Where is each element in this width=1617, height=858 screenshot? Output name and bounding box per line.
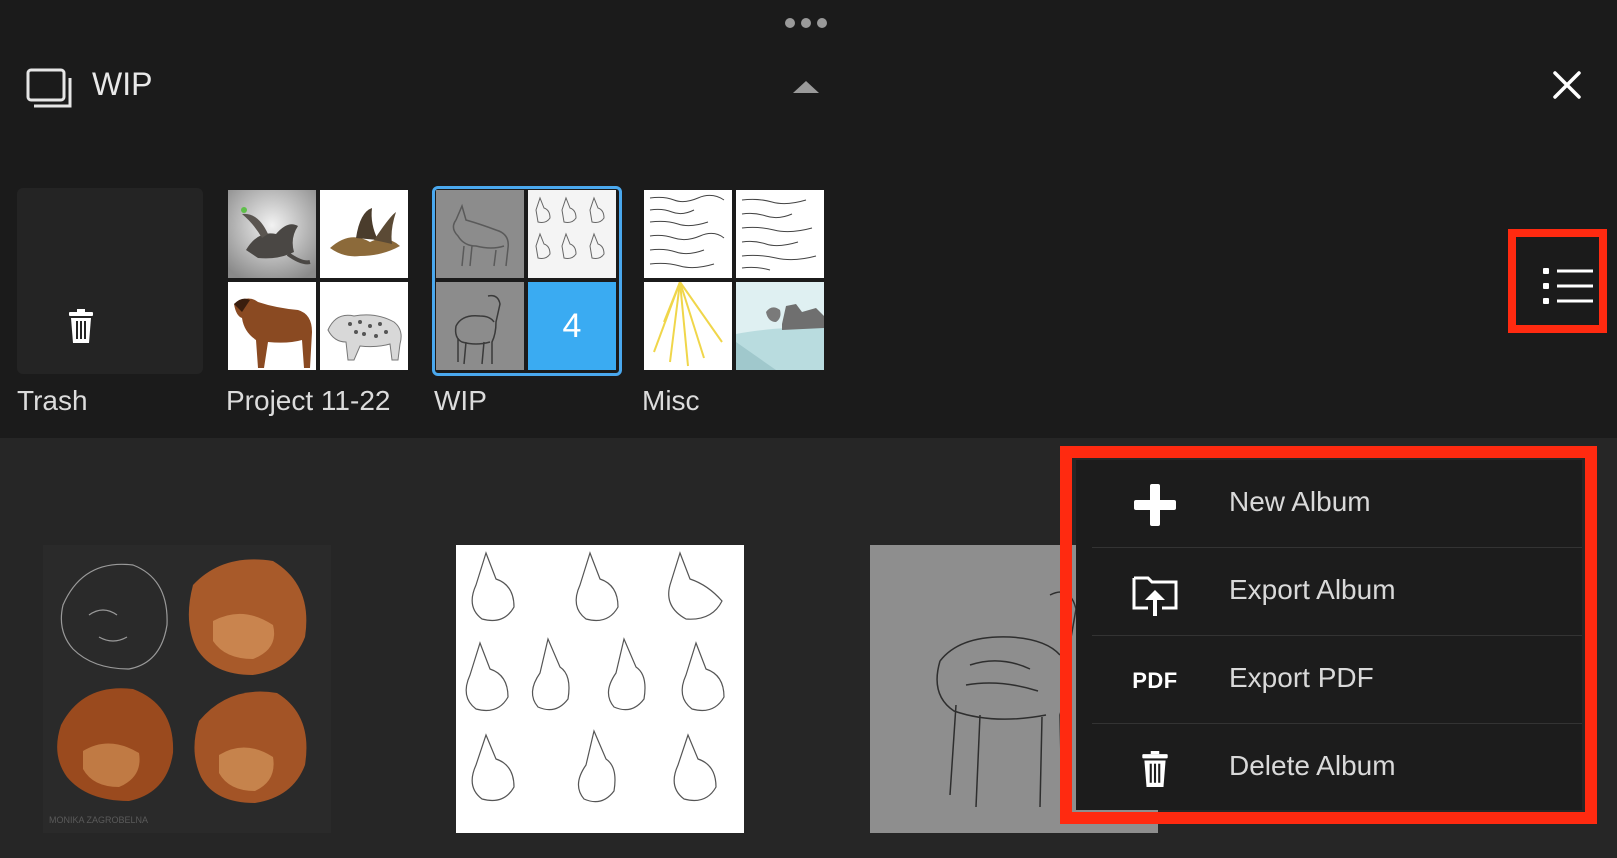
menu-item-export-pdf[interactable]: PDF Export PDF (1076, 636, 1582, 723)
menu-item-label: Export PDF (1229, 662, 1374, 693)
watermark: MONIKA ZAGROBELNA (49, 815, 148, 825)
trash-icon (1132, 746, 1178, 792)
artwork-thumb-dog-heads (528, 190, 616, 278)
artwork-thumb-notes-2 (736, 190, 824, 278)
grabber-dot (785, 18, 795, 28)
artwork-dog-heads-sketch[interactable] (456, 545, 744, 833)
folder-export-icon (1132, 570, 1178, 616)
menu-item-delete-album[interactable]: Delete Album (1076, 724, 1582, 811)
page-title: WIP (92, 66, 153, 102)
album-thumbnail (17, 188, 203, 374)
album-thumbnail-selected: 4 (432, 186, 622, 376)
artwork-thumb-wyvern (320, 190, 408, 278)
menu-item-label: New Album (1229, 486, 1371, 517)
artwork-thumb-leopard (320, 282, 408, 370)
trash-icon (69, 309, 93, 343)
list-options-icon[interactable] (1543, 268, 1593, 304)
collapse-caret-icon[interactable] (793, 81, 819, 93)
album-name: WIP (434, 385, 487, 416)
album-name: Misc (642, 385, 700, 416)
artwork-thumb-yellow-rays (644, 282, 732, 370)
menu-item-label: Export Album (1229, 574, 1396, 605)
menu-item-label: Delete Album (1229, 750, 1396, 781)
album-thumbnail (642, 188, 828, 374)
plus-icon (1132, 482, 1178, 528)
artwork-thumb-horse-sketch (436, 282, 524, 370)
artwork-thumb-landscape (736, 282, 824, 370)
album-name: Project 11-22 (226, 385, 391, 416)
album-count-badge: 4 (528, 282, 616, 370)
grabber-dot (801, 18, 811, 28)
sheet-grabber[interactable] (785, 18, 827, 28)
artwork-lion-heads[interactable]: MONIKA ZAGROBELNA (43, 545, 331, 833)
artwork-thumb-horse (228, 282, 316, 370)
artwork-thumb-dragon (228, 190, 316, 278)
menu-item-new-album[interactable]: New Album (1076, 460, 1582, 547)
artwork-thumb-dog-sketch (436, 190, 524, 278)
close-icon[interactable] (1552, 70, 1582, 100)
album-thumbnail (226, 188, 412, 374)
grabber-dot (817, 18, 827, 28)
album-options-menu: New Album Export Album PDF Export PDF De… (1076, 460, 1582, 810)
artwork-thumb-notes (644, 190, 732, 278)
album-name: Trash (17, 385, 88, 416)
menu-item-export-album[interactable]: Export Album (1076, 548, 1582, 635)
albums-icon (26, 68, 72, 108)
pdf-icon: PDF (1132, 668, 1178, 693)
